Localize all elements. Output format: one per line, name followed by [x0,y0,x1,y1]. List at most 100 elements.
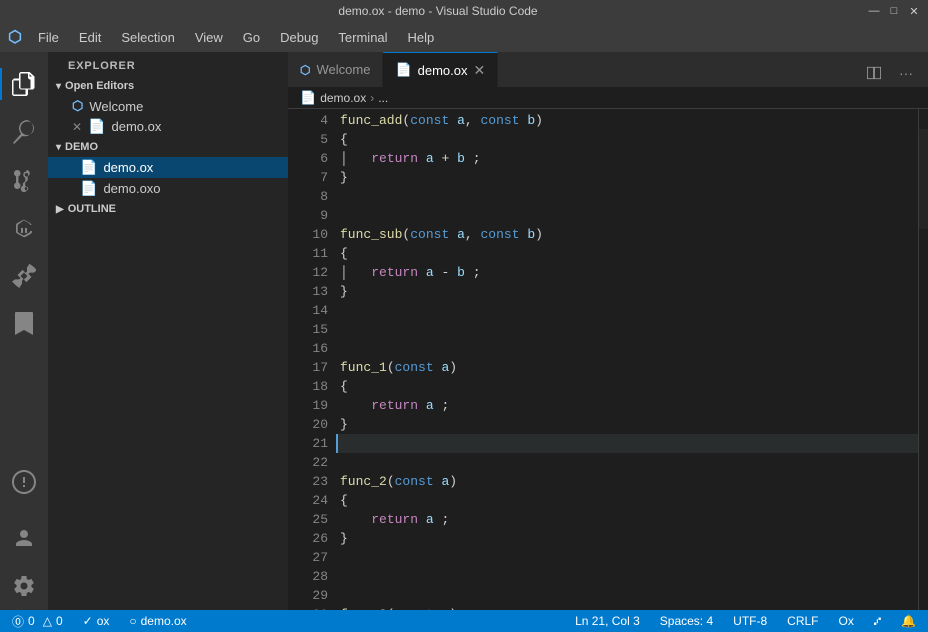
status-errors[interactable]: ⓪ 0 △ 0 [8,610,67,632]
maximize-button[interactable]: □ [888,5,900,17]
activity-account[interactable] [0,514,48,562]
code-line-22[interactable] [336,453,918,472]
tab-demoox[interactable]: 📄 demo.ox ✕ [383,52,498,87]
code-line-24[interactable]: { [336,491,918,510]
breadcrumb-file[interactable]: demo.ox [320,91,366,105]
sidebar-item-welcome[interactable]: ⬡ Welcome ✕ [48,96,288,116]
code-line-25[interactable]: return a ; [336,510,918,529]
code-line-15[interactable] [336,320,918,339]
code-line-23[interactable]: func_2(const a) [336,472,918,491]
status-feedback[interactable]: ⑇ [870,610,885,632]
menu-file[interactable]: File [30,26,67,49]
code-line-9[interactable] [336,206,918,225]
demo-section[interactable]: ▾ DEMO [48,137,288,157]
code-line-29[interactable] [336,586,918,605]
more-actions-btn[interactable]: ··· [892,59,920,87]
menu-terminal[interactable]: Terminal [330,26,395,49]
demo-ox-label: demo.ox [141,614,187,628]
welcome-tab-icon: ⬡ [300,63,310,77]
sidebar: Explorer ▾ Open Editors ⬡ Welcome ✕ ✕ 📄 … [48,52,288,610]
code-line-17[interactable]: func_1(const a) [336,358,918,377]
status-spaces[interactable]: Spaces: 4 [656,610,717,632]
demoox-file-icon: 📄 [88,118,105,135]
code-editor[interactable]: 4 5 6 7 8 9 10 11 12 13 14 15 16 17 18 1… [288,109,928,610]
sidebar-item-demoox-label: demo.ox [103,160,153,175]
code-line-5[interactable]: { [336,130,918,149]
sidebar-item-demoox-open[interactable]: ✕ 📄 demo.ox [48,116,288,137]
tab-actions: ··· [860,59,928,87]
status-eol[interactable]: CRLF [783,610,822,632]
code-line-26[interactable]: } [336,529,918,548]
cursor-position: Ln 21, Col 3 [575,614,640,628]
minimize-button[interactable]: — [868,5,880,17]
feedback-icon: ⑇ [874,614,881,628]
status-notifications[interactable]: 🔔 [897,610,920,632]
code-line-27[interactable] [336,548,918,567]
menu-selection[interactable]: Selection [113,26,182,49]
sidebar-item-demoox[interactable]: 📄 demo.ox [48,157,288,178]
activity-bookmarks[interactable] [0,300,48,348]
code-line-12[interactable]: │ return a - b ; [336,263,918,282]
welcome-vscode-icon: ⬡ [72,98,83,114]
code-line-11[interactable]: { [336,244,918,263]
tab-welcome[interactable]: ⬡ Welcome [288,52,383,87]
code-line-8[interactable] [336,187,918,206]
open-editors-arrow: ▾ [56,81,61,92]
code-line-13[interactable]: } [336,282,918,301]
line-numbers: 4 5 6 7 8 9 10 11 12 13 14 15 16 17 18 1… [288,109,336,610]
menu-view[interactable]: View [187,26,231,49]
activity-extensions[interactable] [0,252,48,300]
code-content[interactable]: func_add(const a, const b) { │ return a … [336,109,918,610]
status-cursor[interactable]: Ln 21, Col 3 [571,610,644,632]
code-line-30[interactable]: func_3(const a) [336,605,918,610]
error-icon: ⓪ [12,613,24,630]
code-line-4[interactable]: func_add(const a, const b) [336,111,918,130]
status-ox-check[interactable]: ✓ ox [79,610,114,632]
code-line-6[interactable]: │ return a + b ; [336,149,918,168]
activity-remote[interactable] [0,458,48,506]
tab-demoox-close[interactable]: ✕ [474,62,486,79]
circle-icon: ○ [129,614,136,628]
breadcrumb-dots[interactable]: ... [378,91,388,105]
titlebar-title: demo.ox - demo - Visual Studio Code [8,4,868,18]
code-line-28[interactable] [336,567,918,586]
sidebar-item-demooxo[interactable]: 📄 demo.oxo [48,178,288,199]
error-count: 0 [28,614,35,628]
code-line-18[interactable]: { [336,377,918,396]
menu-help[interactable]: Help [400,26,443,49]
check-icon: ✓ [83,614,93,628]
code-line-20[interactable]: } [336,415,918,434]
close-demoox-btn[interactable]: ✕ [72,120,82,134]
code-line-21[interactable] [336,434,918,453]
sidebar-content: ▾ Open Editors ⬡ Welcome ✕ ✕ 📄 demo.ox ▾… [48,76,288,610]
code-line-10[interactable]: func_sub(const a, const b) [336,225,918,244]
code-line-7[interactable]: } [336,168,918,187]
code-line-19[interactable]: return a ; [336,396,918,415]
code-line-16[interactable] [336,339,918,358]
activity-run-debug[interactable] [0,204,48,252]
close-button[interactable]: ✕ [908,5,920,17]
activity-settings[interactable] [0,562,48,610]
status-encoding[interactable]: UTF-8 [729,610,771,632]
tab-welcome-label: Welcome [316,62,370,77]
activity-explorer[interactable] [0,60,48,108]
encoding-label: UTF-8 [733,614,767,628]
menu-debug[interactable]: Debug [272,26,326,49]
open-editors-section[interactable]: ▾ Open Editors [48,76,288,96]
titlebar: demo.ox - demo - Visual Studio Code — □ … [0,0,928,22]
status-demo-ox[interactable]: ○ demo.ox [125,610,190,632]
minimap[interactable] [918,109,928,610]
titlebar-controls: — □ ✕ [868,5,920,17]
minimap-slider[interactable] [919,129,928,229]
code-line-14[interactable] [336,301,918,320]
menu-go[interactable]: Go [235,26,268,49]
demoox-icon: 📄 [80,159,97,176]
spaces-label: Spaces: 4 [660,614,713,628]
demooxo-icon: 📄 [80,180,97,197]
menu-edit[interactable]: Edit [71,26,109,49]
outline-section[interactable]: ▶ OUTLINE [48,199,288,219]
activity-search[interactable] [0,108,48,156]
activity-source-control[interactable] [0,156,48,204]
split-editor-btn[interactable] [860,59,888,87]
status-language[interactable]: Ox [835,610,858,632]
